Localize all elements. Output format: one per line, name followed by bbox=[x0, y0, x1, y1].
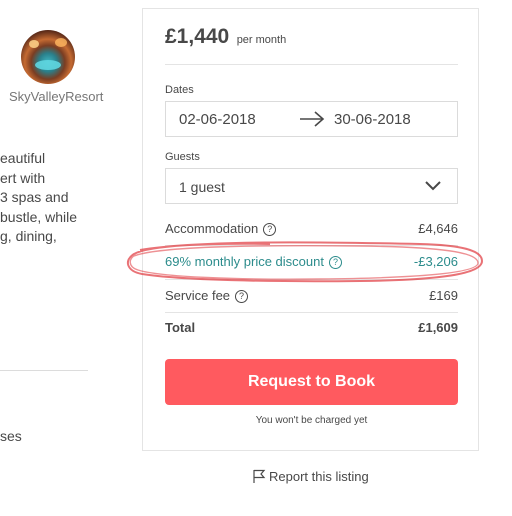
host-avatar[interactable] bbox=[21, 30, 75, 84]
discount-value: -£3,206 bbox=[413, 254, 458, 269]
help-icon[interactable]: ? bbox=[235, 290, 249, 303]
help-icon[interactable]: ? bbox=[328, 256, 342, 269]
avatar-pool bbox=[35, 60, 61, 70]
request-to-book-button[interactable]: Request to Book bbox=[165, 359, 458, 405]
total-label: Total bbox=[165, 320, 196, 335]
card-divider bbox=[165, 312, 458, 313]
description-line: g, dining, bbox=[0, 228, 57, 244]
service-fee-row: Service fee? £169 bbox=[165, 286, 458, 306]
service-fee-value: £169 bbox=[429, 288, 458, 303]
description-line: bustle, while bbox=[0, 208, 78, 225]
report-label: Report this listing bbox=[269, 469, 369, 484]
accommodation-value: £4,646 bbox=[418, 221, 458, 236]
date-range-picker[interactable]: 02-06-2018 30-06-2018 bbox=[165, 101, 458, 137]
discount-row: 69% monthly price discount? -£3,206 bbox=[165, 252, 458, 272]
accommodation-label: Accommodation bbox=[165, 221, 259, 236]
host-name[interactable]: SkyValleyResort bbox=[9, 89, 103, 104]
check-in-date[interactable]: 02-06-2018 bbox=[179, 111, 256, 128]
amenities-text: ses bbox=[0, 428, 22, 444]
card-divider bbox=[165, 64, 458, 65]
total-value: £1,609 bbox=[418, 320, 458, 335]
report-listing-link[interactable]: Report this listing bbox=[252, 469, 369, 484]
booking-card: £1,440 per month Dates 02-06-2018 30-06-… bbox=[142, 8, 479, 451]
guests-select[interactable]: 1 guest bbox=[165, 168, 458, 204]
total-row: Total £1,609 bbox=[165, 318, 458, 338]
price-header: £1,440 per month bbox=[165, 25, 286, 49]
description-line: eautiful bbox=[0, 150, 46, 166]
arrow-right-icon bbox=[300, 111, 325, 127]
nightly-price: £1,440 bbox=[165, 25, 230, 48]
avatar-light bbox=[29, 40, 39, 48]
avatar-light bbox=[55, 38, 67, 47]
card-divider bbox=[165, 279, 458, 280]
dates-label: Dates bbox=[165, 84, 194, 96]
chevron-down-icon bbox=[425, 181, 441, 191]
listing-description: eautiful ert with 3 spas and bustle, whi… bbox=[0, 149, 77, 247]
guests-label: Guests bbox=[165, 151, 200, 163]
help-icon[interactable]: ? bbox=[263, 223, 277, 236]
card-divider bbox=[165, 245, 458, 246]
check-out-date[interactable]: 30-06-2018 bbox=[334, 111, 411, 128]
section-divider bbox=[0, 370, 88, 371]
price-period: per month bbox=[236, 34, 287, 46]
flag-icon bbox=[253, 469, 266, 483]
service-fee-label: Service fee bbox=[165, 288, 231, 303]
accommodation-row: Accommodation? £4,646 bbox=[165, 219, 458, 239]
guests-value: 1 guest bbox=[179, 179, 225, 195]
charge-note: You won't be charged yet bbox=[255, 415, 368, 426]
discount-label: 69% monthly price discount bbox=[165, 254, 324, 269]
description-line: ert with bbox=[0, 169, 46, 186]
description-line: 3 spas and bbox=[0, 189, 69, 205]
